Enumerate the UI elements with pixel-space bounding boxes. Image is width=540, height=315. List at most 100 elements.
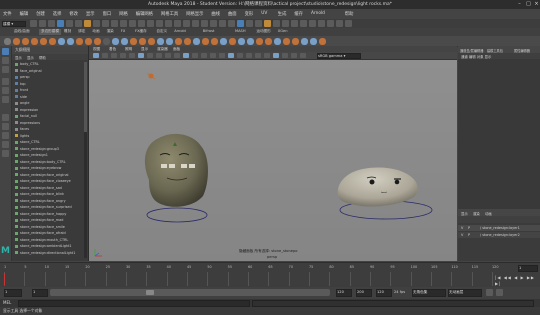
char-set-dropdown[interactable]: 无角色集: [412, 289, 446, 297]
lasso-tool-icon[interactable]: [2, 57, 9, 64]
command-input[interactable]: [18, 300, 250, 307]
shelf-tool-icon[interactable]: [121, 37, 128, 45]
time-slider[interactable]: 1 5 10 15 20 25 30 35 40 45 50 55 60 65 70 75 80 85 90 95 10…: [0, 262, 540, 288]
status-tool-icon[interactable]: [147, 20, 154, 27]
paint-select-icon[interactable]: [2, 66, 9, 73]
outliner-item[interactable]: faces: [15, 127, 29, 132]
menu-11[interactable]: 曲线: [211, 11, 220, 17]
shelf-tool-icon[interactable]: [229, 37, 236, 45]
shelf-tool-icon[interactable]: [112, 37, 119, 45]
shelf-tool-icon[interactable]: [247, 37, 254, 45]
channelbox-tab-0[interactable]: 通道盒/层编辑器: [460, 48, 483, 53]
status-tool-icon[interactable]: [237, 20, 244, 27]
viewport-tool-icon[interactable]: [165, 52, 171, 58]
shelf-tool-icon[interactable]: [310, 37, 317, 45]
viewport-tool-icon[interactable]: [201, 52, 207, 58]
graph-layout-icon[interactable]: [2, 141, 9, 148]
viewport-tool-icon[interactable]: [111, 52, 117, 58]
menu-15[interactable]: 生成: [278, 11, 287, 17]
status-tool-icon[interactable]: [201, 20, 208, 27]
outliner-item[interactable]: stone_redesign:face_blink: [15, 192, 64, 197]
shelf-tool-icon[interactable]: [238, 37, 245, 45]
shelf-tool-icon[interactable]: [13, 37, 20, 45]
viewport-tool-icon[interactable]: [255, 52, 261, 58]
outliner-item[interactable]: stone_redesign:body_CTRL: [15, 160, 66, 165]
outliner-item[interactable]: stone_redesign:face_angry: [15, 199, 66, 204]
shelf-tool-icon[interactable]: [103, 37, 110, 45]
viewport-menu-1[interactable]: 着色: [109, 47, 116, 52]
status-tool-icon[interactable]: [309, 20, 316, 27]
outliner-item[interactable]: persp: [15, 75, 30, 80]
viewport-tool-icon[interactable]: [120, 52, 126, 58]
outliner-menu-1[interactable]: 显示: [27, 55, 34, 60]
shelf-tab-6[interactable]: FX: [121, 29, 126, 35]
close-icon[interactable]: ×: [532, 1, 540, 7]
shelf-tool-icon[interactable]: [139, 37, 146, 45]
menu-6[interactable]: 窗口: [103, 11, 112, 17]
shelf-tab-11[interactable]: MASH: [235, 29, 246, 35]
end-frame-field-2[interactable]: 120: [376, 289, 392, 297]
viewport-tool-icon[interactable]: [228, 52, 234, 58]
status-tool-icon[interactable]: [129, 20, 136, 27]
shelf-tool-icon[interactable]: [265, 37, 272, 45]
ctrl-circle-left[interactable]: [146, 207, 208, 223]
menu-4[interactable]: 修改: [69, 11, 78, 17]
layer-visibility-toggle[interactable]: V: [461, 226, 463, 230]
outliner-menu-0[interactable]: 显示: [15, 55, 22, 60]
shelf-tool-icon[interactable]: [274, 37, 281, 45]
shelf-tool-icon[interactable]: [40, 37, 47, 45]
status-tool-icon[interactable]: [174, 20, 181, 27]
status-tool-icon[interactable]: [246, 20, 253, 27]
outliner-item[interactable]: expression: [15, 108, 38, 113]
status-tool-icon[interactable]: [156, 20, 163, 27]
status-tool-icon[interactable]: [219, 20, 226, 27]
viewport-tool-icon[interactable]: [219, 52, 225, 58]
outliner-item[interactable]: stone_CTRL: [15, 140, 40, 145]
shelf-tab-4[interactable]: 动画: [92, 29, 99, 35]
outliner-item[interactable]: facial_null: [15, 114, 37, 119]
shelf-tab-3[interactable]: 绑定: [78, 29, 85, 35]
shelf-tool-icon[interactable]: [220, 37, 227, 45]
anim-layer-dropdown[interactable]: 无动画层: [448, 289, 482, 297]
viewport-scene[interactable]: 隐藏面板 所有选择: stone_stonepo persp: [89, 60, 457, 261]
shelf-tool-icon[interactable]: [85, 37, 92, 45]
shelf-tool-icon[interactable]: [301, 37, 308, 45]
menu-10[interactable]: 网格显示: [186, 11, 203, 17]
status-tool-icon[interactable]: [48, 20, 55, 27]
outliner-item[interactable]: stone_redesign:mouth_CTRL: [15, 238, 68, 243]
scale-tool-icon[interactable]: [2, 96, 9, 103]
inner-end-field[interactable]: 120: [336, 289, 352, 297]
viewport-tool-icon[interactable]: [246, 52, 252, 58]
select-tool-icon[interactable]: [2, 48, 9, 55]
shelf-tab-5[interactable]: 渲染: [107, 29, 114, 35]
outliner-scrollbar[interactable]: [84, 62, 87, 258]
shelf-tab-2[interactable]: 雕刻: [64, 29, 71, 35]
shelf-tab-0[interactable]: 曲线/曲面: [14, 29, 30, 35]
viewport-tool-icon[interactable]: [282, 52, 288, 58]
menu-7[interactable]: 网格: [119, 11, 128, 17]
outliner-menu-2[interactable]: 帮助: [39, 55, 46, 60]
shelf-tool-icon[interactable]: [175, 37, 182, 45]
layer-playback-toggle[interactable]: P: [468, 233, 470, 237]
mode-selector[interactable]: 建模 ▾: [2, 21, 26, 27]
shelf-tab-13[interactable]: XGen: [278, 29, 288, 35]
viewport-tool-icon[interactable]: [300, 52, 306, 58]
playback-icons[interactable]: |◀ ◀◀ ◀ ▶ ▶▶ ▶|: [495, 275, 535, 286]
prefs-icon[interactable]: [496, 289, 503, 296]
status-tool-icon[interactable]: [228, 20, 235, 27]
menu-12[interactable]: 曲面: [228, 11, 237, 17]
status-tool-icon[interactable]: [273, 20, 280, 27]
shelf-tool-icon[interactable]: [76, 37, 83, 45]
inner-start-field[interactable]: 1: [32, 289, 48, 297]
viewport-tool-icon[interactable]: [192, 52, 198, 58]
viewport-menu-3[interactable]: 显示: [141, 47, 148, 52]
status-tool-icon[interactable]: [138, 20, 145, 27]
status-tool-icon[interactable]: [165, 20, 172, 27]
shelf-tool-icon[interactable]: [319, 37, 326, 45]
layer-menu-2[interactable]: 动画: [485, 211, 492, 216]
outliner-item[interactable]: stone_redesign:face_sad: [15, 186, 62, 191]
menu-16[interactable]: 缓存: [294, 11, 303, 17]
colorspace-dropdown[interactable]: sRGB gamma ▾: [317, 53, 361, 59]
shelf-tool-icon[interactable]: [184, 37, 191, 45]
outliner-item[interactable]: expressions: [15, 121, 40, 126]
